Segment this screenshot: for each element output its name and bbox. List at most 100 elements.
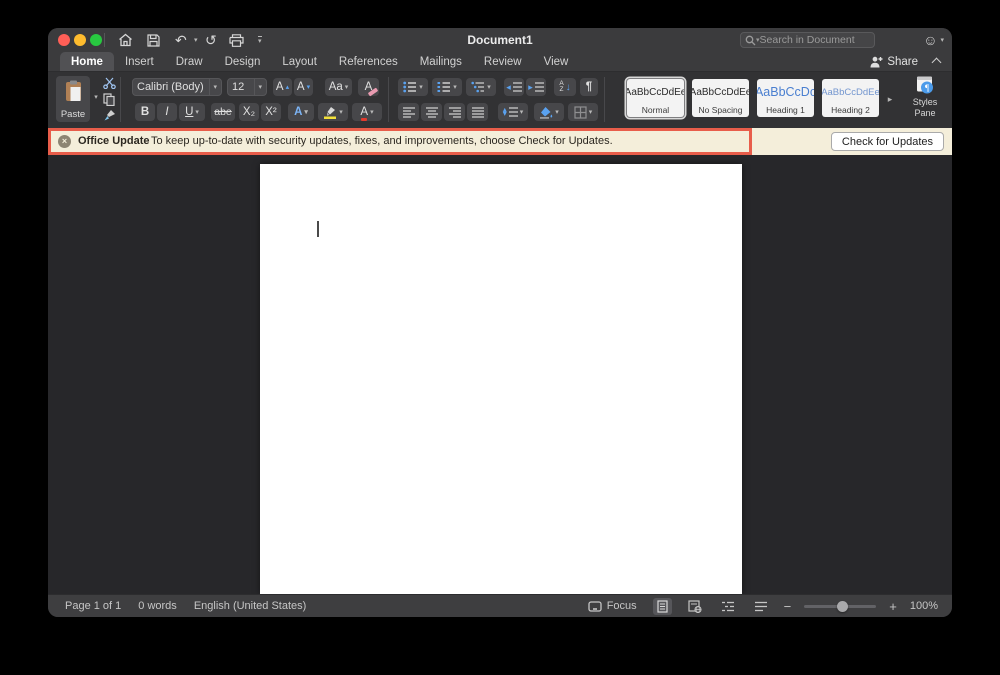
word-count[interactable]: 0 words bbox=[138, 600, 177, 612]
web-layout-view-button[interactable] bbox=[685, 598, 705, 615]
tab-draw[interactable]: Draw bbox=[165, 52, 214, 71]
italic-label: I bbox=[165, 106, 168, 118]
status-left: Page 1 of 1 0 words English (United Stat… bbox=[65, 600, 306, 612]
chevron-down-icon: ▾ bbox=[940, 37, 944, 44]
web-layout-icon bbox=[688, 600, 702, 613]
tab-design[interactable]: Design bbox=[214, 52, 272, 71]
styles-gallery-next-button[interactable]: ▸ bbox=[884, 92, 896, 106]
bullets-button[interactable]: ▾ bbox=[398, 78, 428, 96]
paint-bucket-icon bbox=[539, 106, 553, 119]
page-count[interactable]: Page 1 of 1 bbox=[65, 600, 121, 612]
bold-button[interactable]: B bbox=[135, 103, 155, 121]
align-left-icon bbox=[403, 107, 415, 118]
language-selector[interactable]: English (United States) bbox=[194, 600, 307, 612]
banner-message: To keep up-to-date with security updates… bbox=[151, 128, 613, 155]
strikethrough-label: abe bbox=[214, 106, 232, 118]
align-right-button[interactable] bbox=[444, 103, 465, 121]
zoom-in-button[interactable]: + bbox=[889, 600, 897, 613]
chevron-down-icon: ▾ bbox=[254, 79, 262, 95]
font-color-button[interactable]: A ▾ bbox=[352, 103, 382, 121]
underline-button[interactable]: U ▾ bbox=[179, 103, 205, 121]
focus-mode-button[interactable]: Focus bbox=[585, 598, 640, 614]
dismiss-banner-button[interactable]: × bbox=[58, 135, 71, 148]
cut-button[interactable] bbox=[100, 76, 118, 90]
zoom-slider[interactable] bbox=[804, 600, 876, 612]
document-page[interactable] bbox=[260, 164, 742, 594]
grow-font-label: A bbox=[276, 81, 284, 93]
numbering-button[interactable]: ▾ bbox=[432, 78, 462, 96]
numbered-list-icon bbox=[437, 81, 451, 93]
feedback-button[interactable]: ☺ ▾ bbox=[923, 31, 944, 49]
zoom-level[interactable]: 100% bbox=[910, 600, 938, 612]
share-button[interactable]: Share bbox=[869, 52, 918, 72]
tab-mailings[interactable]: Mailings bbox=[409, 52, 473, 71]
decrease-indent-button[interactable]: ◂ bbox=[504, 78, 524, 96]
justify-icon bbox=[472, 107, 484, 118]
chevron-down-icon: ▾ bbox=[195, 109, 199, 116]
strikethrough-button[interactable]: abe bbox=[211, 103, 235, 121]
style-heading-1[interactable]: AaBbCcDc Heading 1 bbox=[757, 79, 814, 117]
tab-view[interactable]: View bbox=[533, 52, 580, 71]
tab-review[interactable]: Review bbox=[473, 52, 533, 71]
style-heading-2[interactable]: AaBbCcDdEe Heading 2 bbox=[822, 79, 879, 117]
group-divider bbox=[604, 77, 605, 122]
align-center-button[interactable] bbox=[421, 103, 442, 121]
smiley-icon: ☺ bbox=[923, 32, 937, 48]
align-center-icon bbox=[426, 107, 438, 118]
chevron-down-icon: ▾ bbox=[304, 109, 308, 116]
indent-in-icon: ▸ bbox=[528, 82, 533, 93]
superscript-label: X² bbox=[265, 106, 277, 118]
tab-layout[interactable]: Layout bbox=[271, 52, 328, 71]
font-name-combo[interactable]: Calibri (Body) ▾ bbox=[132, 78, 222, 96]
draft-view-button[interactable] bbox=[751, 599, 771, 614]
zoom-slider-thumb[interactable] bbox=[837, 601, 848, 612]
search-input[interactable] bbox=[760, 34, 870, 46]
copy-button[interactable] bbox=[100, 92, 118, 106]
font-size-combo[interactable]: 12 ▾ bbox=[227, 78, 267, 96]
lines-icon bbox=[513, 81, 522, 93]
style-name: Heading 1 bbox=[766, 105, 805, 115]
align-left-button[interactable] bbox=[398, 103, 419, 121]
highlight-color-button[interactable]: ▾ bbox=[318, 103, 348, 121]
change-case-button[interactable]: Aa ▾ bbox=[325, 78, 352, 96]
subscript-button[interactable]: X₂ bbox=[239, 103, 259, 121]
font-name-value: Calibri (Body) bbox=[137, 81, 204, 93]
sort-az-icon: AZ bbox=[559, 81, 563, 94]
tab-references[interactable]: References bbox=[328, 52, 409, 71]
style-normal[interactable]: AaBbCcDdEe Normal bbox=[627, 79, 684, 117]
format-painter-button[interactable] bbox=[100, 108, 118, 122]
document-area bbox=[48, 155, 952, 594]
text-effects-button[interactable]: A ▾ bbox=[288, 103, 314, 121]
increase-indent-button[interactable]: ▸ bbox=[526, 78, 546, 96]
zoom-out-button[interactable]: − bbox=[784, 600, 792, 613]
subscript-label: X₂ bbox=[243, 106, 255, 118]
shading-button[interactable]: ▾ bbox=[534, 103, 564, 121]
check-for-updates-button[interactable]: Check for Updates bbox=[831, 132, 944, 151]
clear-formatting-button[interactable]: A bbox=[358, 78, 379, 96]
shrink-font-button[interactable]: A ▾ bbox=[294, 78, 313, 96]
grow-font-button[interactable]: A ▴ bbox=[273, 78, 292, 96]
tab-insert[interactable]: Insert bbox=[114, 52, 165, 71]
status-right: Focus bbox=[585, 598, 938, 615]
tab-home[interactable]: Home bbox=[60, 52, 114, 71]
multilevel-list-button[interactable]: ▾ bbox=[466, 78, 496, 96]
outline-view-button[interactable] bbox=[718, 599, 738, 614]
text-cursor bbox=[317, 221, 319, 237]
paste-button[interactable]: Paste bbox=[56, 76, 90, 122]
collapse-ribbon-button[interactable] bbox=[932, 58, 942, 68]
desktop-background: ↶ ▾ ↺ ▾ Document1 ▾ bbox=[0, 0, 1000, 675]
print-layout-view-button[interactable] bbox=[653, 598, 672, 615]
style-no-spacing[interactable]: AaBbCcDdEe No Spacing bbox=[692, 79, 749, 117]
justify-button[interactable] bbox=[467, 103, 488, 121]
styles-pane-label: Pane bbox=[914, 108, 935, 118]
line-spacing-button[interactable]: ▴▾ ▾ bbox=[498, 103, 528, 121]
show-paragraph-marks-button[interactable]: ¶ bbox=[580, 78, 598, 96]
superscript-button[interactable]: X² bbox=[261, 103, 281, 121]
change-case-label: Aa bbox=[329, 81, 343, 93]
styles-pane-button[interactable]: ¶ Styles Pane bbox=[902, 76, 948, 124]
search-field[interactable]: ▾ bbox=[740, 32, 875, 48]
sort-button[interactable]: AZ ↓ bbox=[554, 78, 576, 96]
borders-button[interactable]: ▾ bbox=[568, 103, 598, 121]
italic-button[interactable]: I bbox=[157, 103, 177, 121]
word-window: ↶ ▾ ↺ ▾ Document1 ▾ bbox=[48, 28, 952, 617]
